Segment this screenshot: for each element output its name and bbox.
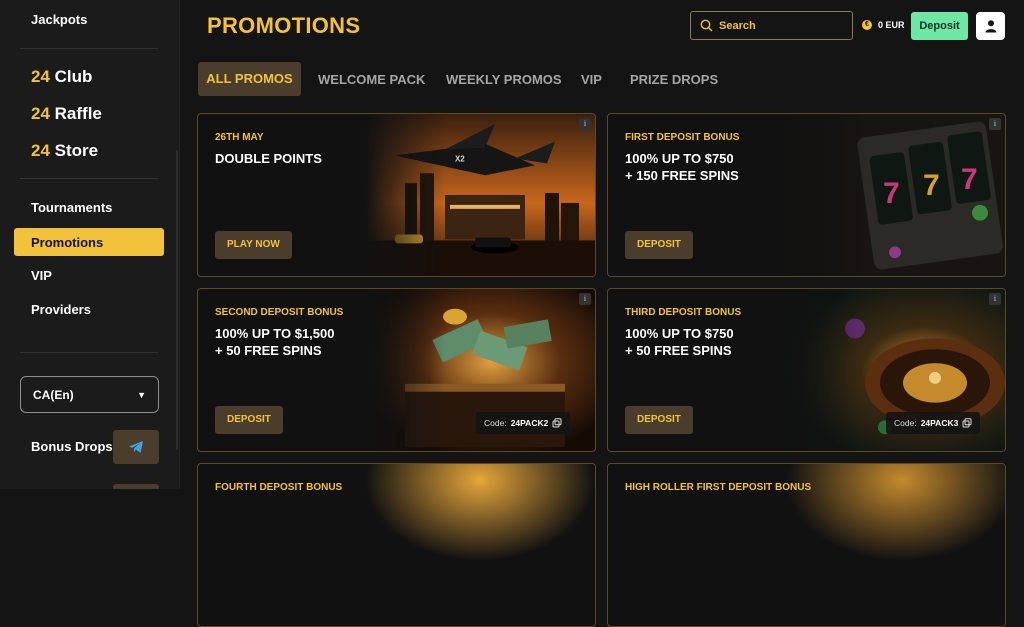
copy-icon[interactable] — [552, 418, 562, 428]
sidebar-item-jackpots[interactable]: Jackpots — [31, 12, 87, 27]
promo-headline: 100% UP TO $1,500 + 50 FREE SPINS — [215, 325, 335, 359]
balance-amount: 0 EUR — [878, 20, 905, 30]
promo-code-value: 24PACK3 — [920, 418, 959, 428]
sidebar-item-raffle[interactable]: 24 Raffle — [31, 104, 102, 124]
promo-headline: DOUBLE POINTS — [215, 150, 322, 167]
deposit-promo-button[interactable]: DEPOSIT — [215, 406, 283, 434]
sidebar-item-providers[interactable]: Providers — [31, 302, 91, 317]
page-title: PROMOTIONS — [207, 13, 361, 38]
deposit-promo-button[interactable]: DEPOSIT — [625, 406, 693, 434]
raffle-number: 24 — [31, 104, 50, 123]
promo-card-second-deposit[interactable]: i SECOND DEPOSIT BONUS 100% UP TO $1,500… — [197, 288, 596, 452]
store-label: Store — [54, 141, 99, 160]
club-number: 24 — [31, 67, 50, 86]
promo-headline-line1: 100% UP TO $1,500 — [215, 326, 335, 341]
sidebar-item-label: Promotions — [31, 235, 104, 250]
user-icon — [985, 20, 996, 33]
promo-code-label: Code: — [894, 418, 917, 428]
promo-eyebrow: FOURTH DEPOSIT BONUS — [215, 482, 343, 493]
info-icon[interactable]: i — [579, 293, 591, 305]
promo-code[interactable]: Code: 24PACK2 — [476, 412, 571, 434]
tab-welcome-pack[interactable]: WELCOME PACK — [318, 72, 425, 87]
promo-headline-line2: + 150 FREE SPINS — [625, 168, 739, 183]
promo-card-third-deposit[interactable]: i THIRD DEPOSIT BONUS 100% UP TO $750 + … — [607, 288, 1006, 452]
promo-date: 26TH MAY — [215, 132, 264, 143]
promo-card-first-deposit[interactable]: 7 7 7 i FIRST DEPOSIT BONUS 100% UP TO $… — [607, 113, 1006, 277]
search-placeholder: Search — [719, 20, 756, 32]
deposit-promo-button[interactable]: DEPOSIT — [625, 231, 693, 259]
caret-down-icon: ▼ — [137, 390, 146, 400]
sidebar-item-tournaments[interactable]: Tournaments — [31, 200, 112, 215]
sidebar-item-promotions[interactable]: Promotions — [14, 228, 164, 256]
sidebar-item-store[interactable]: 24 Store — [31, 141, 98, 161]
telegram-button-secondary[interactable] — [113, 484, 159, 489]
promo-headline: 100% UP TO $750 + 50 FREE SPINS — [625, 325, 734, 359]
sidebar-divider — [20, 178, 158, 179]
tab-vip[interactable]: VIP — [581, 72, 602, 87]
search-icon — [700, 19, 713, 32]
language-value: CA(En) — [33, 388, 74, 402]
promo-artwork: X2 — [365, 114, 595, 276]
language-select[interactable]: CA(En) ▼ — [20, 376, 159, 413]
user-account-button[interactable] — [976, 12, 1005, 40]
promo-code-value: 24PACK2 — [510, 418, 549, 428]
raffle-label: Raffle — [54, 104, 102, 123]
sidebar-item-club[interactable]: 24 Club — [31, 67, 92, 87]
promo-headline-line2: + 50 FREE SPINS — [215, 343, 322, 358]
promo-eyebrow: FIRST DEPOSIT BONUS — [625, 132, 740, 143]
promo-headline: 100% UP TO $750 + 150 FREE SPINS — [625, 150, 739, 184]
promo-headline-line2: + 50 FREE SPINS — [625, 343, 732, 358]
club-label: Club — [54, 67, 93, 86]
promo-code-label: Code: — [484, 418, 507, 428]
info-icon[interactable]: i — [989, 293, 1001, 305]
promo-eyebrow: HIGH ROLLER FIRST DEPOSIT BONUS — [625, 482, 812, 493]
info-icon[interactable]: i — [989, 118, 1001, 130]
promo-headline-line1: 100% UP TO $750 — [625, 151, 734, 166]
tab-all-promos[interactable]: ALL PROMOS — [198, 62, 301, 96]
promo-artwork — [365, 464, 595, 626]
promo-card-fourth-deposit[interactable]: FOURTH DEPOSIT BONUS — [197, 463, 596, 627]
deposit-button[interactable]: Deposit — [911, 12, 968, 40]
coin-icon: € — [862, 20, 872, 30]
telegram-icon — [129, 441, 143, 453]
sidebar-divider — [20, 48, 158, 49]
play-now-button[interactable]: PLAY NOW — [215, 231, 292, 259]
promo-card-high-roller[interactable]: HIGH ROLLER FIRST DEPOSIT BONUS — [607, 463, 1006, 627]
promo-card-double-points[interactable]: X2 i 26TH MAY DOUBLE POINTS PLAY NOW — [197, 113, 596, 277]
balance[interactable]: € 0 EUR — [862, 20, 905, 30]
promo-artwork: 7 7 7 — [775, 114, 1005, 276]
promo-eyebrow: SECOND DEPOSIT BONUS — [215, 307, 344, 318]
copy-icon[interactable] — [962, 418, 972, 428]
tab-prize-drops[interactable]: PRIZE DROPS — [630, 72, 718, 87]
sidebar-divider — [20, 352, 158, 353]
promo-eyebrow: THIRD DEPOSIT BONUS — [625, 307, 742, 318]
store-number: 24 — [31, 141, 50, 160]
bonus-drops-label: Bonus Drops — [31, 439, 113, 454]
promo-headline-line1: 100% UP TO $750 — [625, 326, 734, 341]
sidebar: Jackpots 24 Club 24 Raffle 24 Store Tour… — [0, 0, 180, 489]
tab-weekly-promos[interactable]: WEEKLY PROMOS — [446, 72, 562, 87]
search-input[interactable]: Search — [690, 11, 853, 40]
sidebar-item-vip[interactable]: VIP — [31, 268, 52, 283]
info-icon[interactable]: i — [579, 118, 591, 130]
promo-code[interactable]: Code: 24PACK3 — [886, 412, 981, 434]
sidebar-scrollbar[interactable] — [176, 150, 178, 450]
telegram-button[interactable] — [113, 430, 159, 464]
promo-headline-line1: DOUBLE POINTS — [215, 151, 322, 166]
